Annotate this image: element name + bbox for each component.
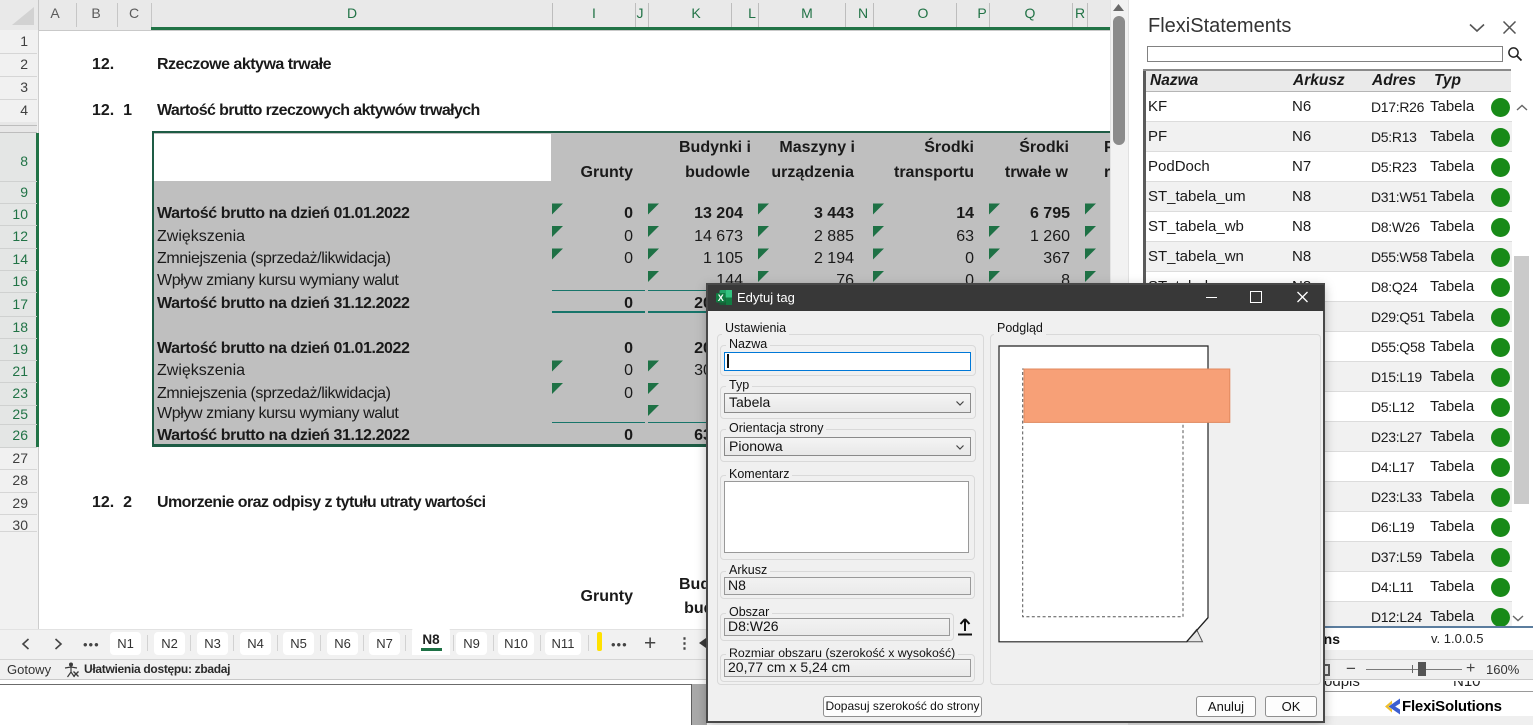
svg-text:X: X (718, 293, 724, 303)
